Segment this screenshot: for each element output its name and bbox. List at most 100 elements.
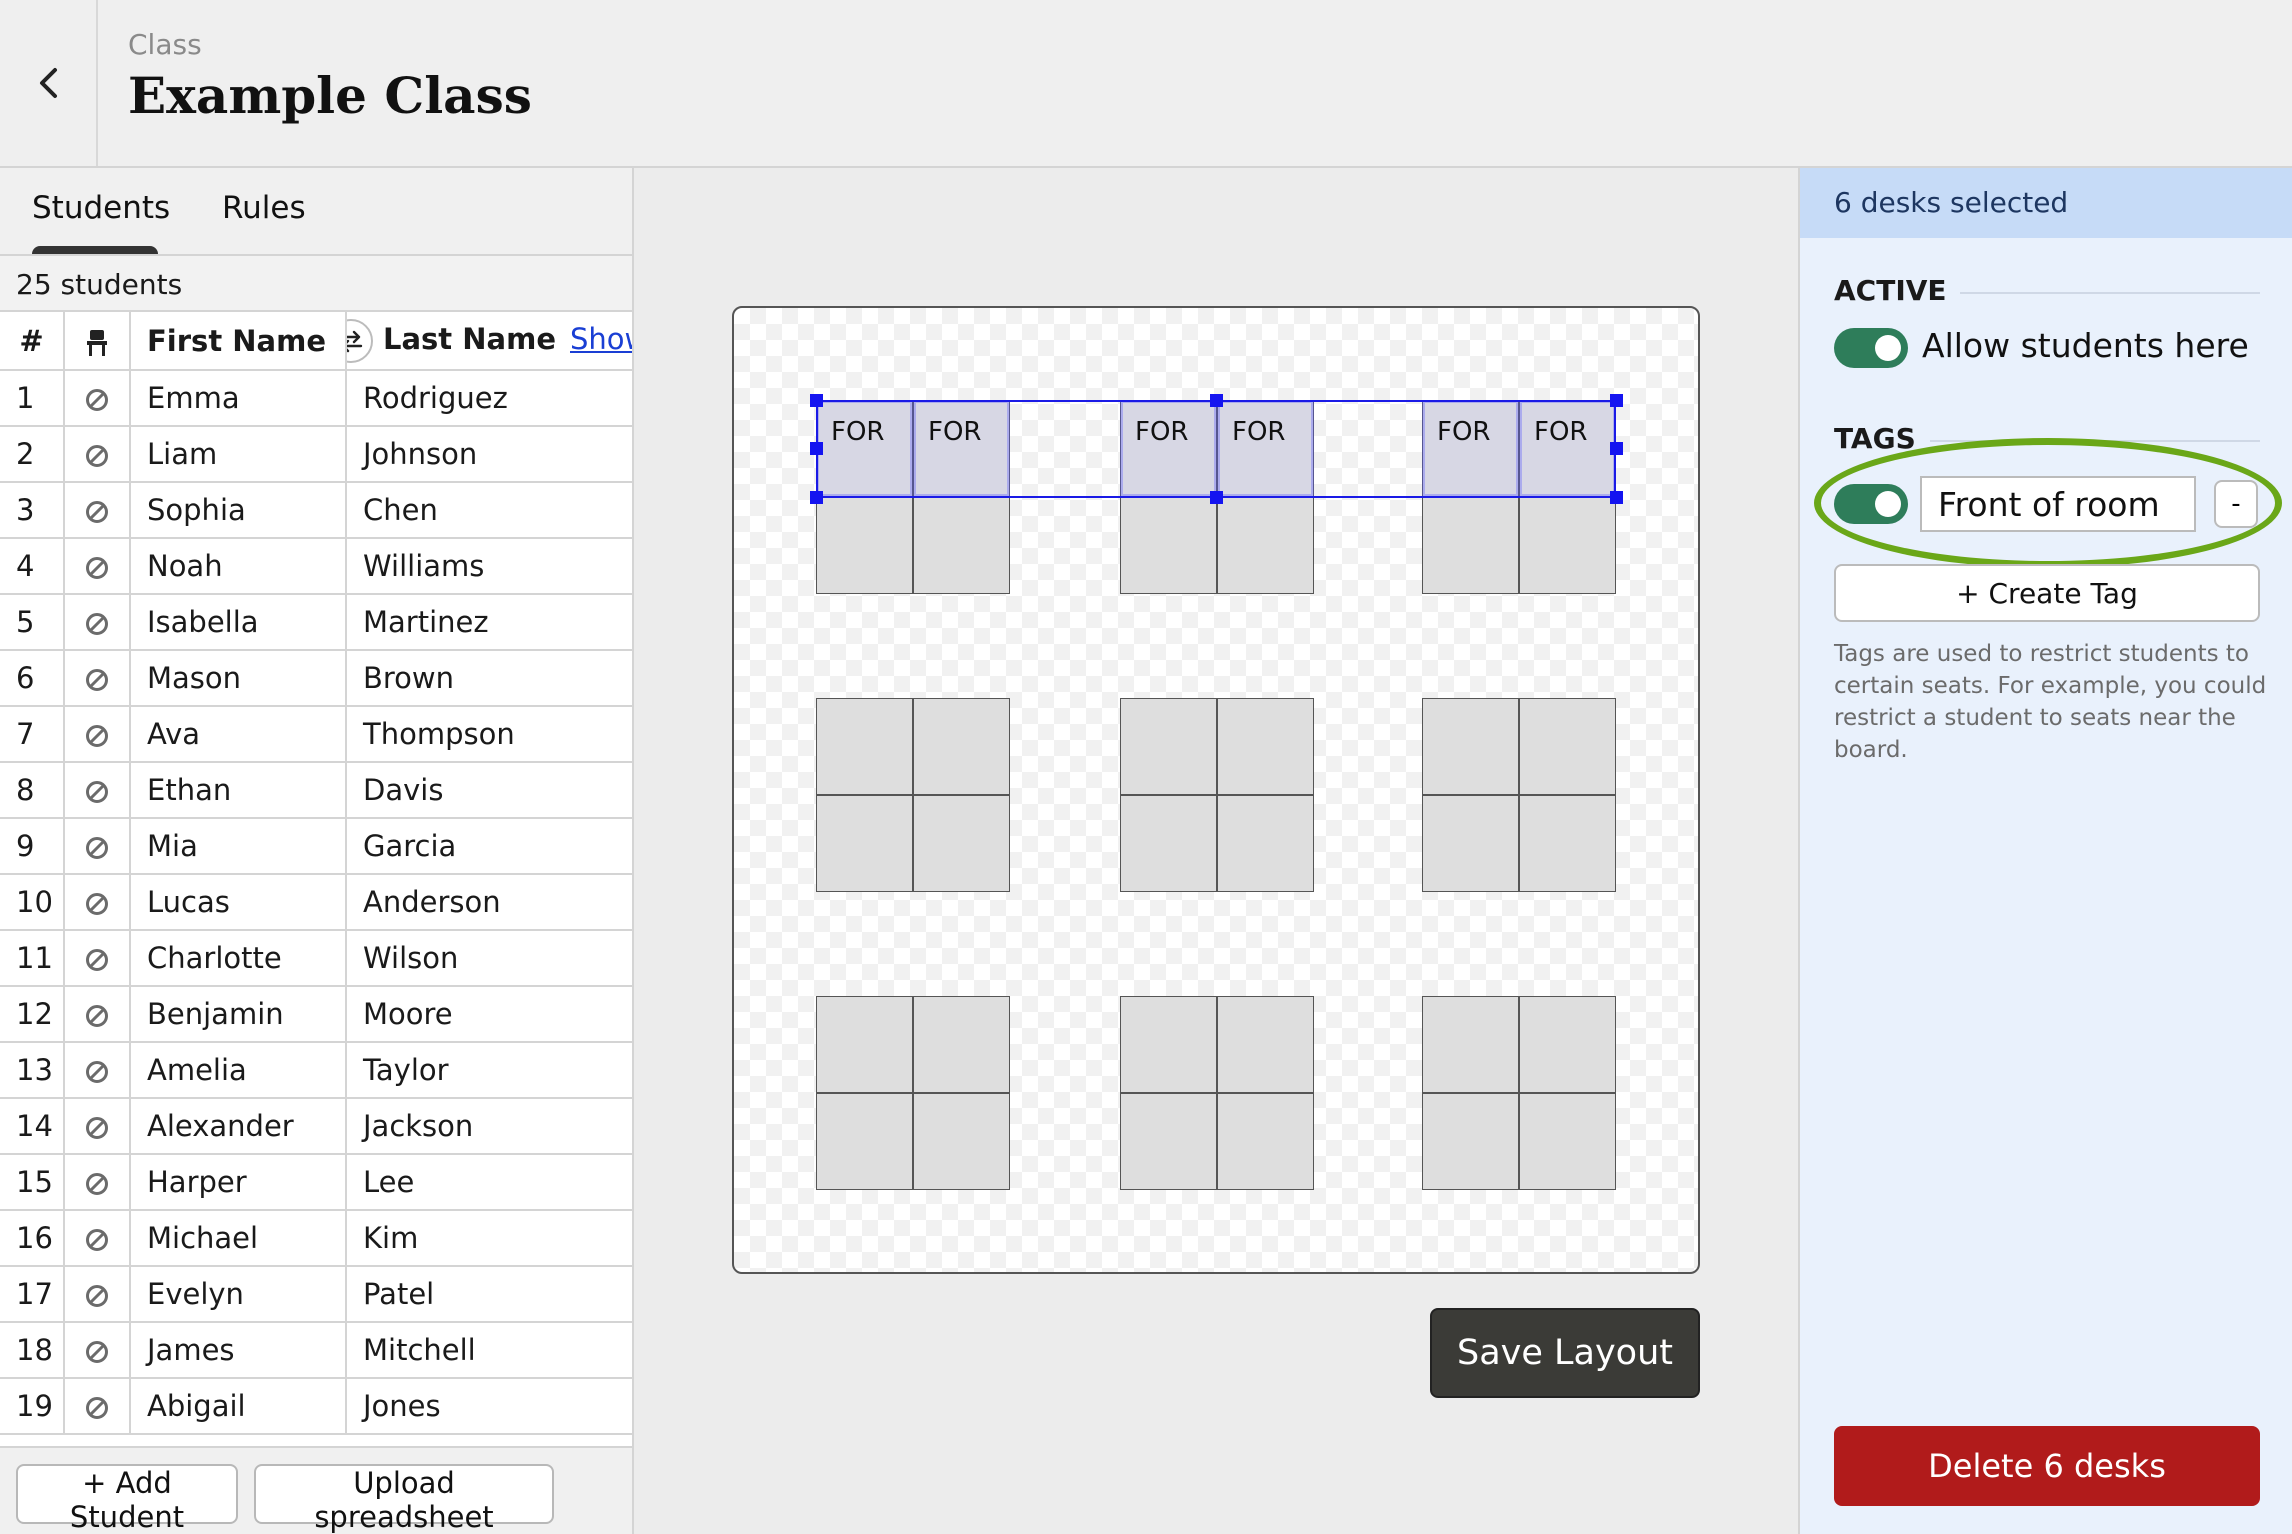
table-row[interactable]: 9 Mia Garcia <box>0 818 632 875</box>
last-name-cell[interactable]: Lee <box>346 1154 632 1211</box>
last-name-cell[interactable]: Brown <box>346 650 632 707</box>
desk[interactable] <box>1422 698 1519 795</box>
first-name-cell[interactable]: Liam <box>130 426 347 483</box>
desk[interactable] <box>1422 1093 1519 1190</box>
last-name-cell[interactable]: Johnson <box>346 426 632 483</box>
seat-status-cell[interactable] <box>64 1322 131 1379</box>
resize-handle[interactable] <box>1610 491 1623 504</box>
first-name-cell[interactable]: Isabella <box>130 594 347 651</box>
desk-selected[interactable]: FOR <box>913 400 1010 497</box>
resize-handle[interactable] <box>810 491 823 504</box>
seat-status-cell[interactable] <box>64 538 131 595</box>
desk[interactable] <box>816 1093 913 1190</box>
column-header-seat[interactable] <box>64 312 131 371</box>
seat-status-cell[interactable] <box>64 482 131 539</box>
first-name-cell[interactable]: Ethan <box>130 762 347 819</box>
desk[interactable] <box>1519 1093 1616 1190</box>
seat-status-cell[interactable] <box>64 930 131 987</box>
first-name-cell[interactable]: Lucas <box>130 874 347 931</box>
tag-name-input[interactable] <box>1920 476 2196 532</box>
seating-layout-canvas[interactable]: FOR FOR FOR FOR FOR FOR <box>732 306 1700 1274</box>
table-row[interactable]: 16 Michael Kim <box>0 1210 632 1267</box>
last-name-cell[interactable]: Kim <box>346 1210 632 1267</box>
seat-status-cell[interactable] <box>64 650 131 707</box>
last-name-cell[interactable]: Patel <box>346 1266 632 1323</box>
seat-status-cell[interactable] <box>64 762 131 819</box>
desk[interactable] <box>913 497 1010 594</box>
seat-status-cell[interactable] <box>64 1266 131 1323</box>
last-name-cell[interactable]: Taylor <box>346 1042 632 1099</box>
tab-rules[interactable]: Rules <box>222 190 306 226</box>
table-row[interactable]: 3 Sophia Chen <box>0 482 632 539</box>
desk[interactable] <box>1422 795 1519 892</box>
last-name-cell[interactable]: Jackson <box>346 1098 632 1155</box>
last-name-cell[interactable]: Anderson <box>346 874 632 931</box>
table-row[interactable]: 8 Ethan Davis <box>0 762 632 819</box>
desk[interactable] <box>1217 996 1314 1093</box>
seat-status-cell[interactable] <box>64 1378 131 1435</box>
first-name-cell[interactable]: Harper <box>130 1154 347 1211</box>
table-row[interactable]: 17 Evelyn Patel <box>0 1266 632 1323</box>
column-header-first-name[interactable]: First Name <box>130 312 347 371</box>
desk[interactable] <box>1217 795 1314 892</box>
table-row[interactable]: 7 Ava Thompson <box>0 706 632 763</box>
last-name-cell[interactable]: Garcia <box>346 818 632 875</box>
last-name-cell[interactable]: Chen <box>346 482 632 539</box>
desk[interactable] <box>816 795 913 892</box>
desk[interactable] <box>816 497 913 594</box>
desk[interactable] <box>913 698 1010 795</box>
first-name-cell[interactable]: Ava <box>130 706 347 763</box>
table-row[interactable]: 18 James Mitchell <box>0 1322 632 1379</box>
table-row[interactable]: 4 Noah Williams <box>0 538 632 595</box>
desk[interactable] <box>816 996 913 1093</box>
seat-status-cell[interactable] <box>64 426 131 483</box>
first-name-cell[interactable]: Evelyn <box>130 1266 347 1323</box>
desk-selected[interactable]: FOR <box>1217 400 1314 497</box>
first-name-cell[interactable]: Sophia <box>130 482 347 539</box>
last-name-cell[interactable]: Rodriguez <box>346 370 632 427</box>
resize-handle[interactable] <box>1610 394 1623 407</box>
desk[interactable] <box>1422 497 1519 594</box>
desk[interactable] <box>1120 497 1217 594</box>
table-row[interactable]: 10 Lucas Anderson <box>0 874 632 931</box>
tab-students[interactable]: Students <box>32 190 170 226</box>
seat-status-cell[interactable] <box>64 594 131 651</box>
seat-status-cell[interactable] <box>64 1154 131 1211</box>
show-link[interactable]: Show <box>570 322 632 356</box>
tag-toggle[interactable] <box>1834 484 1908 524</box>
desk[interactable] <box>1519 698 1616 795</box>
table-row[interactable]: 19 Abigail Jones <box>0 1378 632 1435</box>
desk[interactable] <box>1519 795 1616 892</box>
desk[interactable] <box>1217 698 1314 795</box>
delete-desks-button[interactable]: Delete 6 desks <box>1834 1426 2260 1506</box>
first-name-cell[interactable]: Benjamin <box>130 986 347 1043</box>
desk[interactable] <box>1120 996 1217 1093</box>
seat-status-cell[interactable] <box>64 370 131 427</box>
resize-handle[interactable] <box>810 394 823 407</box>
last-name-cell[interactable]: Wilson <box>346 930 632 987</box>
desk[interactable] <box>1120 795 1217 892</box>
seat-status-cell[interactable] <box>64 1042 131 1099</box>
upload-spreadsheet-button[interactable]: Upload spreadsheet <box>254 1464 554 1534</box>
allow-students-toggle[interactable] <box>1834 328 1908 368</box>
desk-selected[interactable]: FOR <box>1422 400 1519 497</box>
remove-tag-button[interactable]: - <box>2214 480 2258 528</box>
last-name-cell[interactable]: Williams <box>346 538 632 595</box>
table-row[interactable]: 13 Amelia Taylor <box>0 1042 632 1099</box>
resize-handle[interactable] <box>1610 442 1623 455</box>
desk[interactable] <box>1217 1093 1314 1190</box>
first-name-cell[interactable]: Mason <box>130 650 347 707</box>
add-student-button[interactable]: + Add Student <box>16 1464 238 1534</box>
seat-status-cell[interactable] <box>64 706 131 763</box>
save-layout-button[interactable]: Save Layout <box>1430 1308 1700 1398</box>
swap-names-button[interactable] <box>346 318 373 363</box>
desk[interactable] <box>816 698 913 795</box>
first-name-cell[interactable]: Mia <box>130 818 347 875</box>
desk[interactable] <box>1120 1093 1217 1190</box>
first-name-cell[interactable]: James <box>130 1322 347 1379</box>
desk[interactable] <box>1422 996 1519 1093</box>
last-name-cell[interactable]: Jones <box>346 1378 632 1435</box>
last-name-cell[interactable]: Mitchell <box>346 1322 632 1379</box>
seat-status-cell[interactable] <box>64 818 131 875</box>
first-name-cell[interactable]: Abigail <box>130 1378 347 1435</box>
